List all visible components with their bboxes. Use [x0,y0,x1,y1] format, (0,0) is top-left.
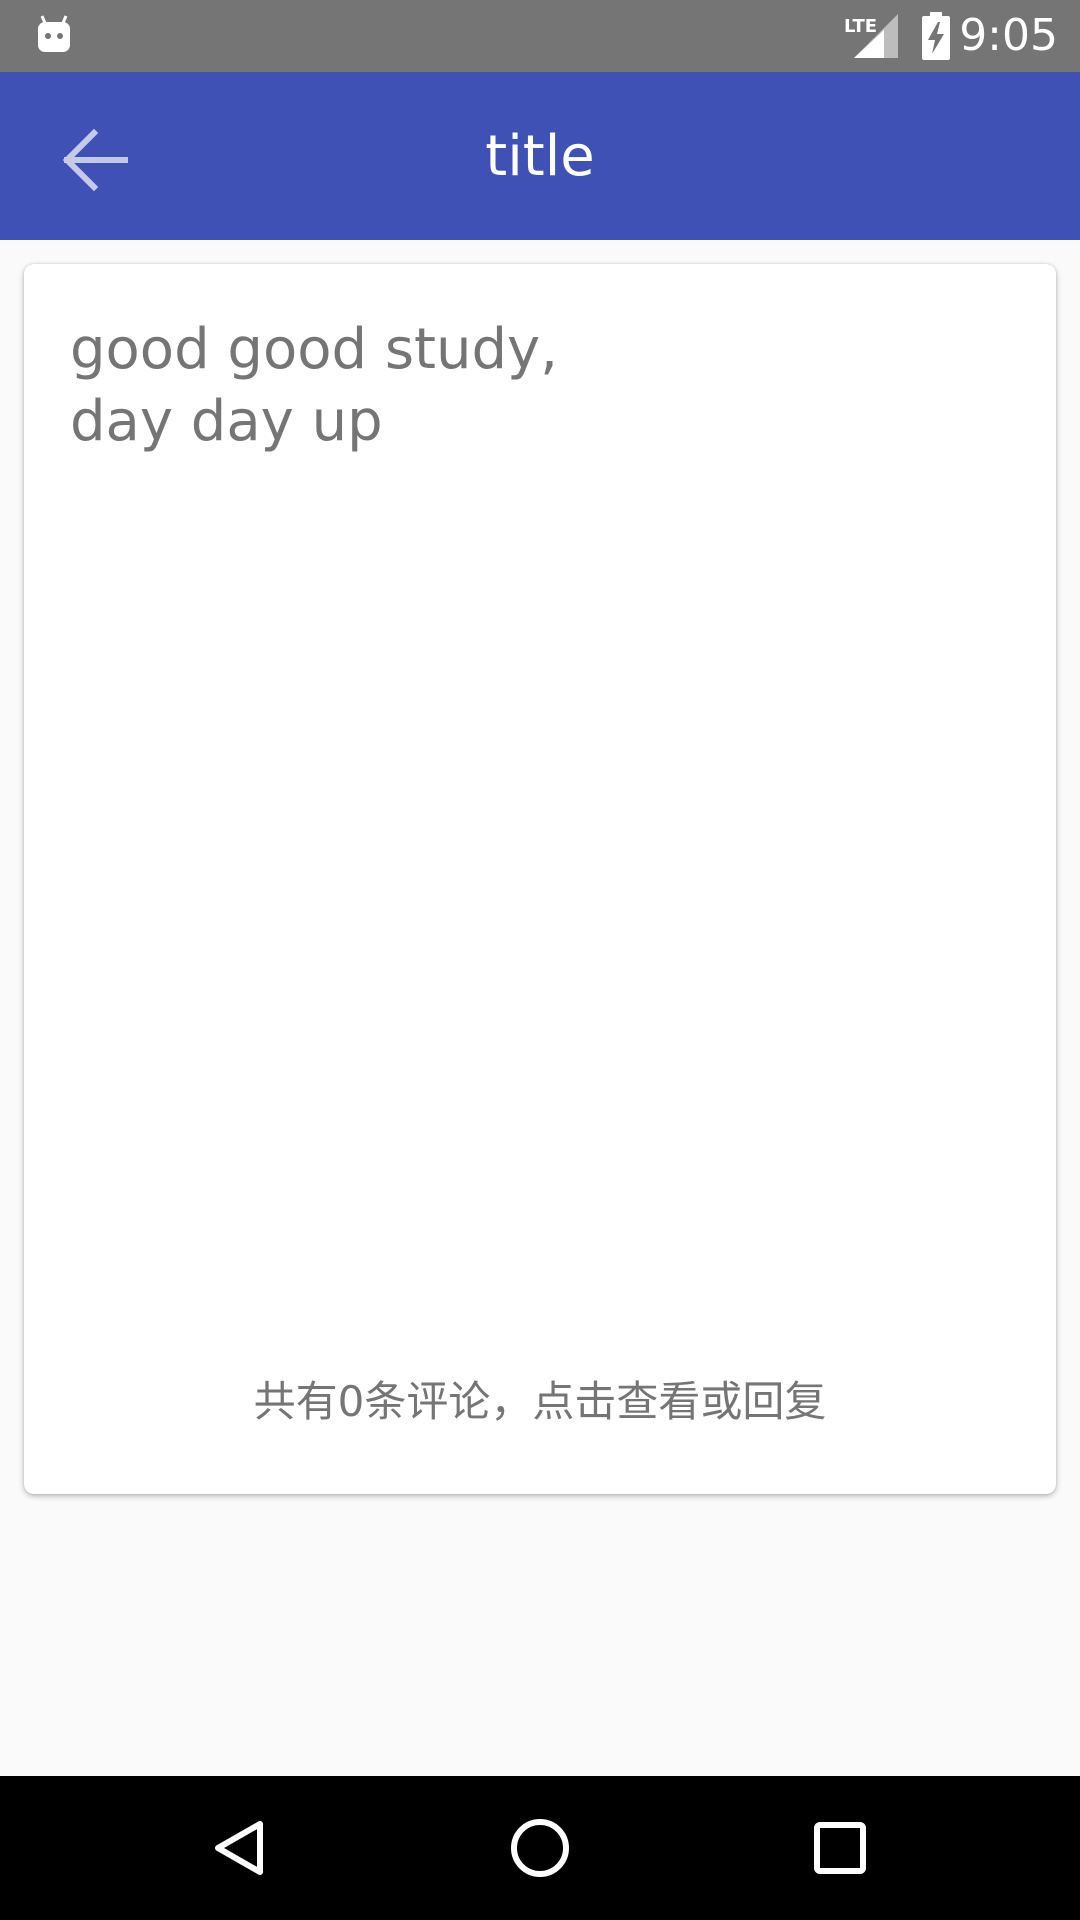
comments-link[interactable]: 共有0条评论，点击查看或回复 [24,1374,1056,1430]
home-circle-icon [511,1819,569,1877]
nav-home-button[interactable] [490,1798,590,1898]
page-title: title [485,123,595,189]
post-card[interactable]: good good study, day day up 共有0条评论，点击查看或… [24,264,1056,1494]
battery-charging-icon [922,12,950,60]
status-clock: 9:05 [959,10,1058,61]
back-button[interactable] [36,112,156,208]
lte-signal-icon: LTE [844,14,898,58]
nav-recents-button[interactable] [790,1798,890,1898]
back-triangle-icon [215,1821,263,1875]
arrow-back-icon [62,128,128,192]
android-notification-icon [38,15,70,52]
app-bar: title [0,72,1080,240]
network-type-label: LTE [844,16,877,37]
nav-back-button[interactable] [190,1798,290,1898]
navigation-bar [0,1776,1080,1920]
status-bar: LTE 9:05 [0,0,1080,72]
post-content: good good study, day day up [70,317,558,454]
recents-square-icon [814,1822,866,1874]
